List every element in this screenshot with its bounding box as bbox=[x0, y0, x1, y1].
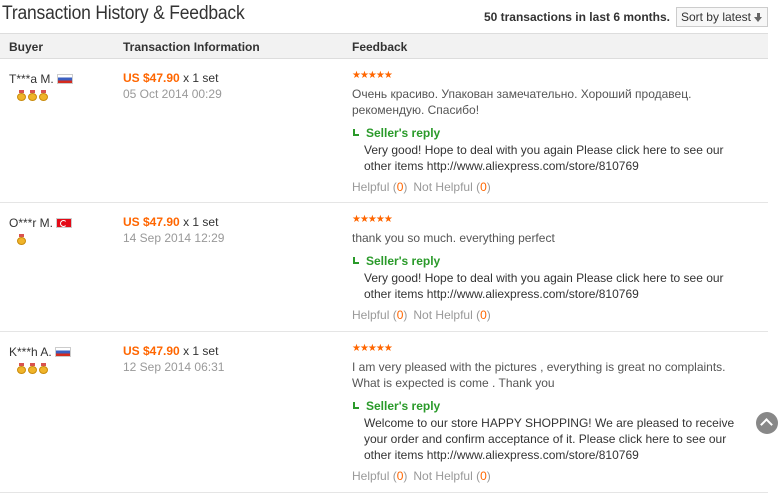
helpful-votes: Helpful (0) Not Helpful (0) bbox=[352, 180, 752, 194]
column-header-feedback: Feedback bbox=[352, 40, 408, 54]
feedback-cell: ★★★★★ I am very pleased with the picture… bbox=[352, 343, 752, 484]
helpful-count: 0 bbox=[396, 180, 404, 194]
buyer-name: K***h A. bbox=[9, 344, 52, 359]
column-header-buyer: Buyer bbox=[9, 40, 44, 54]
feedback-text: thank you so much. everything perfect bbox=[352, 231, 555, 245]
buyer-cell: K***h A. bbox=[9, 344, 71, 374]
reply-icon bbox=[352, 128, 360, 138]
price: US $47.90 bbox=[123, 215, 180, 229]
transaction-date: 14 Sep 2014 12:29 bbox=[123, 231, 225, 245]
table-row: O***r M. US $47.90 x 1 set 14 Sep 2014 1… bbox=[0, 204, 768, 332]
buyer-cell: O***r M. bbox=[9, 215, 73, 245]
not-helpful-count: 0 bbox=[480, 180, 487, 194]
helpful-label: Helpful bbox=[352, 469, 390, 483]
table-row: T***a M. US $47.90 x 1 set 05 Oct 2014 0… bbox=[0, 60, 768, 203]
helpful-link[interactable]: Helpful (0) bbox=[352, 469, 407, 483]
seller-reply-text: Welcome to our store HAPPY SHOPPING! We … bbox=[364, 416, 735, 462]
transaction-date: 12 Sep 2014 06:31 bbox=[123, 360, 225, 374]
feedback-text: Очень красиво. Упакован замечательно. Хо… bbox=[352, 87, 692, 117]
russia-flag-icon bbox=[56, 73, 73, 84]
helpful-count: 0 bbox=[396, 308, 404, 322]
not-helpful-label: Not Helpful bbox=[413, 180, 473, 194]
buyer-name: O***r M. bbox=[9, 215, 54, 230]
medal-icon bbox=[17, 89, 26, 101]
not-helpful-link[interactable]: Not Helpful (0) bbox=[413, 308, 490, 322]
transaction-summary: 50 transactions in last 6 months. bbox=[483, 10, 670, 24]
transaction-info-cell: US $47.90 x 1 set 05 Oct 2014 00:29 bbox=[123, 71, 222, 101]
not-helpful-link[interactable]: Not Helpful (0) bbox=[413, 180, 490, 194]
medal-icon bbox=[17, 362, 26, 374]
quantity: x 1 set bbox=[183, 344, 219, 358]
buyer-cell: T***a M. bbox=[9, 71, 73, 101]
seller-reply-label: Seller's reply bbox=[366, 254, 441, 268]
seller-reply-heading: Seller's reply bbox=[352, 254, 752, 268]
helpful-label: Helpful bbox=[352, 308, 390, 322]
transaction-info-cell: US $47.90 x 1 set 14 Sep 2014 12:29 bbox=[123, 215, 224, 245]
scroll-to-top-icon[interactable] bbox=[756, 412, 778, 434]
russia-flag-icon bbox=[54, 346, 71, 357]
seller-reply-heading: Seller's reply bbox=[352, 126, 752, 140]
sort-dropdown[interactable]: Sort by latest bbox=[675, 7, 768, 27]
quantity: x 1 set bbox=[183, 215, 219, 229]
quantity: x 1 set bbox=[183, 71, 219, 85]
helpful-link[interactable]: Helpful (0) bbox=[352, 308, 407, 322]
medal-icon bbox=[28, 89, 37, 101]
not-helpful-label: Not Helpful bbox=[413, 469, 473, 483]
price: US $47.90 bbox=[123, 71, 180, 85]
table-row: K***h A. US $47.90 x 1 set 12 Sep 2014 0… bbox=[0, 333, 768, 493]
seller-reply-label: Seller's reply bbox=[366, 126, 441, 140]
star-rating: ★★★★★ bbox=[352, 70, 393, 81]
table-header: Buyer Transaction Information Feedback bbox=[0, 33, 768, 59]
column-header-transaction-info: Transaction Information bbox=[123, 40, 260, 54]
not-helpful-count: 0 bbox=[480, 469, 487, 483]
medal-icon bbox=[17, 233, 26, 245]
helpful-votes: Helpful (0) Not Helpful (0) bbox=[352, 308, 752, 322]
seller-reply-text: Very good! Hope to deal with you again P… bbox=[364, 143, 724, 173]
seller-reply-heading: Seller's reply bbox=[352, 399, 752, 413]
arrow-down-icon bbox=[754, 12, 763, 22]
seller-reply-label: Seller's reply bbox=[366, 399, 441, 413]
transaction-date: 05 Oct 2014 00:29 bbox=[123, 87, 222, 101]
medal-icon bbox=[39, 362, 48, 374]
page-title: Transaction History & Feedback bbox=[2, 3, 245, 24]
star-rating: ★★★★★ bbox=[352, 214, 393, 225]
helpful-label: Helpful bbox=[352, 180, 390, 194]
buyer-medals bbox=[9, 362, 71, 374]
seller-reply-text: Very good! Hope to deal with you again P… bbox=[364, 271, 724, 301]
buyer-medals bbox=[9, 89, 73, 101]
medal-icon bbox=[39, 89, 48, 101]
feedback-cell: ★★★★★ thank you so much. everything perf… bbox=[352, 214, 752, 323]
star-rating: ★★★★★ bbox=[352, 343, 393, 354]
feedback-text: I am very pleased with the pictures , ev… bbox=[352, 360, 726, 390]
helpful-count: 0 bbox=[396, 469, 404, 483]
feedback-cell: ★★★★★ Очень красиво. Упакован замечатель… bbox=[352, 70, 752, 195]
not-helpful-count: 0 bbox=[480, 308, 487, 322]
helpful-link[interactable]: Helpful (0) bbox=[352, 180, 407, 194]
reply-icon bbox=[352, 401, 360, 411]
sort-label: Sort by latest bbox=[680, 10, 751, 24]
header: Transaction History & Feedback 50 transa… bbox=[0, 0, 778, 32]
price: US $47.90 bbox=[123, 344, 180, 358]
turkey-flag-icon bbox=[56, 217, 73, 228]
not-helpful-link[interactable]: Not Helpful (0) bbox=[413, 469, 490, 483]
reply-icon bbox=[352, 256, 360, 266]
not-helpful-label: Not Helpful bbox=[413, 308, 473, 322]
medal-icon bbox=[28, 362, 37, 374]
transaction-info-cell: US $47.90 x 1 set 12 Sep 2014 06:31 bbox=[123, 344, 224, 374]
buyer-medals bbox=[9, 233, 72, 245]
buyer-name: T***a M. bbox=[9, 71, 54, 86]
helpful-votes: Helpful (0) Not Helpful (0) bbox=[352, 469, 752, 483]
